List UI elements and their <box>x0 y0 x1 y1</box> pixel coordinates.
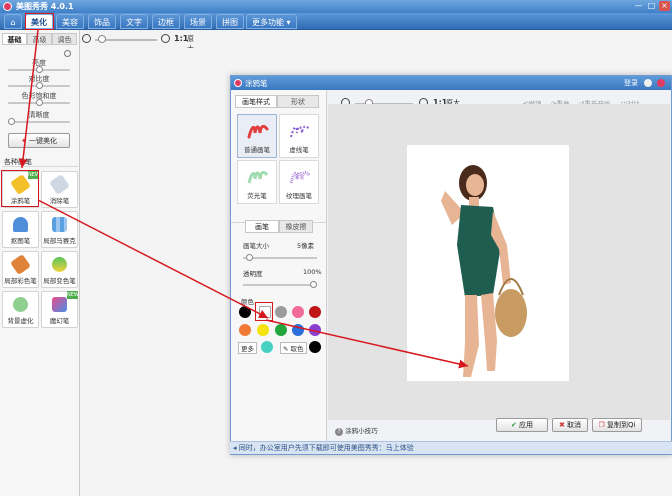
arrow-tool-to-color <box>37 199 269 319</box>
annotation-arrows <box>18 29 469 369</box>
arrow-menu-to-tool <box>18 29 39 169</box>
arrow-color-to-canvas <box>265 319 469 369</box>
